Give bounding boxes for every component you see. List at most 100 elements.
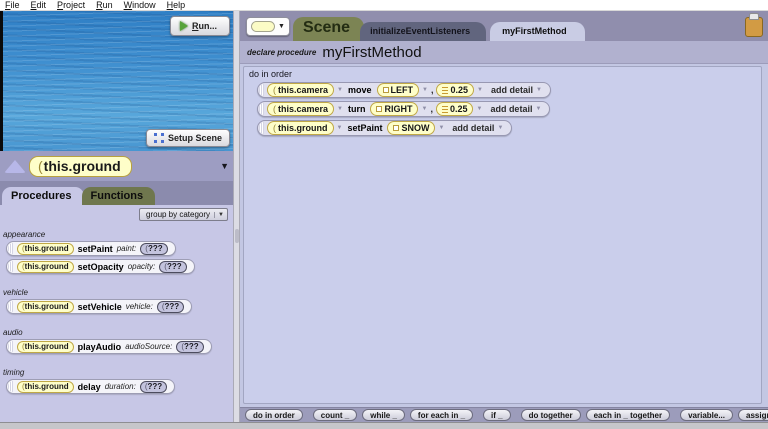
- object-selector[interactable]: this.ground ▼: [0, 151, 233, 181]
- object-selector-value[interactable]: this.ground: [29, 156, 132, 177]
- chevron-down-icon: ▼: [421, 106, 427, 112]
- chevron-down-icon: ▼: [214, 212, 224, 218]
- arg-dropdown[interactable]: RIGHT: [370, 102, 418, 116]
- section-appearance: appearance this.ground setPaint paint: ?…: [2, 230, 231, 277]
- chevron-down-icon[interactable]: ▼: [220, 161, 229, 171]
- menu-help[interactable]: Help: [167, 0, 186, 10]
- drag-handle[interactable]: [8, 341, 13, 352]
- declare-row: declare procedure myFirstMethod: [240, 41, 768, 64]
- left-panel: Run... Setup Scene this.ground ▼ Procedu…: [0, 11, 233, 422]
- left-tab-bar: Procedures Functions: [0, 181, 233, 205]
- drag-handle[interactable]: [8, 381, 13, 392]
- target-pill: this.ground: [17, 261, 74, 273]
- setup-scene-button[interactable]: Setup Scene: [146, 129, 230, 147]
- drag-handle[interactable]: [8, 243, 13, 254]
- verb-label: setPaint: [347, 123, 382, 133]
- drag-handle[interactable]: [259, 103, 264, 115]
- setup-scene-icon: [154, 133, 164, 143]
- chevron-down-icon: ▼: [278, 23, 285, 30]
- target-dropdown[interactable]: this.camera: [267, 102, 334, 116]
- drag-handle[interactable]: [8, 301, 13, 312]
- scene-thumbnail-dropdown[interactable]: ▼: [246, 17, 290, 36]
- tool-do-together[interactable]: do together: [521, 409, 581, 421]
- tool-for-each-in[interactable]: for each in _: [410, 409, 473, 421]
- arg-icon: [442, 106, 448, 113]
- drag-handle[interactable]: [8, 261, 13, 272]
- window-bottom-strip: [0, 422, 768, 429]
- add-detail-button[interactable]: add detail: [452, 123, 494, 133]
- method-body: do in order this.camera▼ move LEFT▼ , 0.…: [240, 64, 768, 407]
- menu-run[interactable]: Run: [96, 0, 113, 10]
- target-pill: this.ground: [17, 301, 74, 313]
- editor-panel: ▼ Scene initializeEventListeners myFirst…: [240, 11, 768, 422]
- statement-move[interactable]: this.camera▼ move LEFT▼ , 0.25▼ add deta…: [257, 82, 551, 98]
- proc-setopacity[interactable]: this.ground setOpacity opacity: ???: [6, 259, 195, 274]
- arg-dropdown[interactable]: LEFT: [377, 83, 420, 97]
- param-name: duration:: [105, 382, 136, 391]
- statement-setpaint[interactable]: this.ground▼ setPaint SNOW▼ add detail▼: [257, 120, 512, 136]
- tab-functions[interactable]: Functions: [82, 187, 156, 205]
- tab-my-first-method[interactable]: myFirstMethod: [490, 22, 585, 41]
- drag-handle[interactable]: [259, 122, 264, 134]
- target-dropdown[interactable]: this.ground: [267, 121, 334, 135]
- comma: ,: [430, 104, 433, 114]
- param-name: paint:: [117, 244, 137, 253]
- procedures-panel: group by category ▼ appearance this.grou…: [0, 205, 233, 422]
- proc-setpaint[interactable]: this.ground setPaint paint: ???: [6, 241, 176, 256]
- tool-while[interactable]: while _: [362, 409, 405, 421]
- section-label: appearance: [3, 230, 231, 239]
- tab-procedures[interactable]: Procedures: [2, 187, 84, 205]
- arg-dropdown[interactable]: SNOW: [387, 121, 435, 135]
- chevron-down-icon: ▼: [477, 87, 483, 93]
- chevron-down-icon: ▼: [422, 87, 428, 93]
- menu-window[interactable]: Window: [124, 0, 156, 10]
- target-dropdown[interactable]: this.camera: [267, 83, 334, 97]
- drag-handle[interactable]: [259, 84, 264, 96]
- run-label: Run...: [192, 21, 217, 31]
- statement-turn[interactable]: this.camera▼ turn RIGHT▼ , 0.25▼ add det…: [257, 101, 550, 117]
- run-button[interactable]: Run...: [170, 16, 230, 36]
- tool-do-in-order[interactable]: do in order: [245, 409, 303, 421]
- arg-icon: [376, 106, 382, 112]
- clipboard-icon[interactable]: [745, 13, 763, 37]
- add-detail-button[interactable]: add detail: [491, 85, 533, 95]
- do-in-order-label: do in order: [249, 69, 761, 79]
- scene-oval-icon: [251, 21, 275, 32]
- editor-tab-bar: ▼ Scene initializeEventListeners myFirst…: [240, 11, 768, 41]
- target-pill: this.ground: [17, 381, 74, 393]
- section-timing: timing this.ground delay duration: ???: [2, 368, 231, 397]
- preview-edge: [0, 11, 3, 151]
- proc-playaudio[interactable]: this.ground playAudio audioSource: ???: [6, 339, 212, 354]
- proc-name: setPaint: [78, 244, 113, 254]
- param-placeholder: ???: [140, 381, 167, 393]
- arg-dropdown[interactable]: 0.25: [436, 83, 474, 97]
- do-in-order-block[interactable]: do in order this.camera▼ move LEFT▼ , 0.…: [243, 66, 762, 404]
- target-pill: this.ground: [17, 341, 74, 353]
- proc-name: setOpacity: [78, 262, 124, 272]
- splitter-handle[interactable]: [235, 229, 239, 243]
- tool-assign[interactable]: assign: [738, 409, 768, 421]
- arg-dropdown[interactable]: 0.25: [436, 102, 474, 116]
- tool-each-in-together[interactable]: each in _ together: [586, 409, 670, 421]
- tab-scene[interactable]: Scene: [293, 17, 364, 41]
- chevron-down-icon: ▼: [497, 125, 503, 131]
- tab-initialize-event-listeners[interactable]: initializeEventListeners: [360, 22, 486, 41]
- menu-edit[interactable]: Edit: [31, 0, 47, 10]
- group-by-dropdown[interactable]: group by category ▼: [139, 208, 228, 221]
- tool-count[interactable]: count _: [313, 409, 357, 421]
- tool-if[interactable]: if _: [483, 409, 511, 421]
- tool-variable[interactable]: variable...: [680, 409, 733, 421]
- proc-setvehicle[interactable]: this.ground setVehicle vehicle: ???: [6, 299, 192, 314]
- chevron-down-icon: ▼: [337, 87, 343, 93]
- scene-preview: Run... Setup Scene: [0, 11, 233, 151]
- panel-splitter[interactable]: [233, 11, 240, 422]
- menu-bar: File Edit Project Run Window Help: [0, 0, 768, 11]
- param-placeholder: ???: [157, 301, 184, 313]
- proc-delay[interactable]: this.ground delay duration: ???: [6, 379, 175, 394]
- add-detail-button[interactable]: add detail: [490, 104, 532, 114]
- section-vehicle: vehicle this.ground setVehicle vehicle: …: [2, 288, 231, 317]
- param-placeholder: ???: [176, 341, 203, 353]
- menu-file[interactable]: File: [5, 0, 20, 10]
- chevron-down-icon: ▼: [337, 106, 343, 112]
- menu-project[interactable]: Project: [57, 0, 85, 10]
